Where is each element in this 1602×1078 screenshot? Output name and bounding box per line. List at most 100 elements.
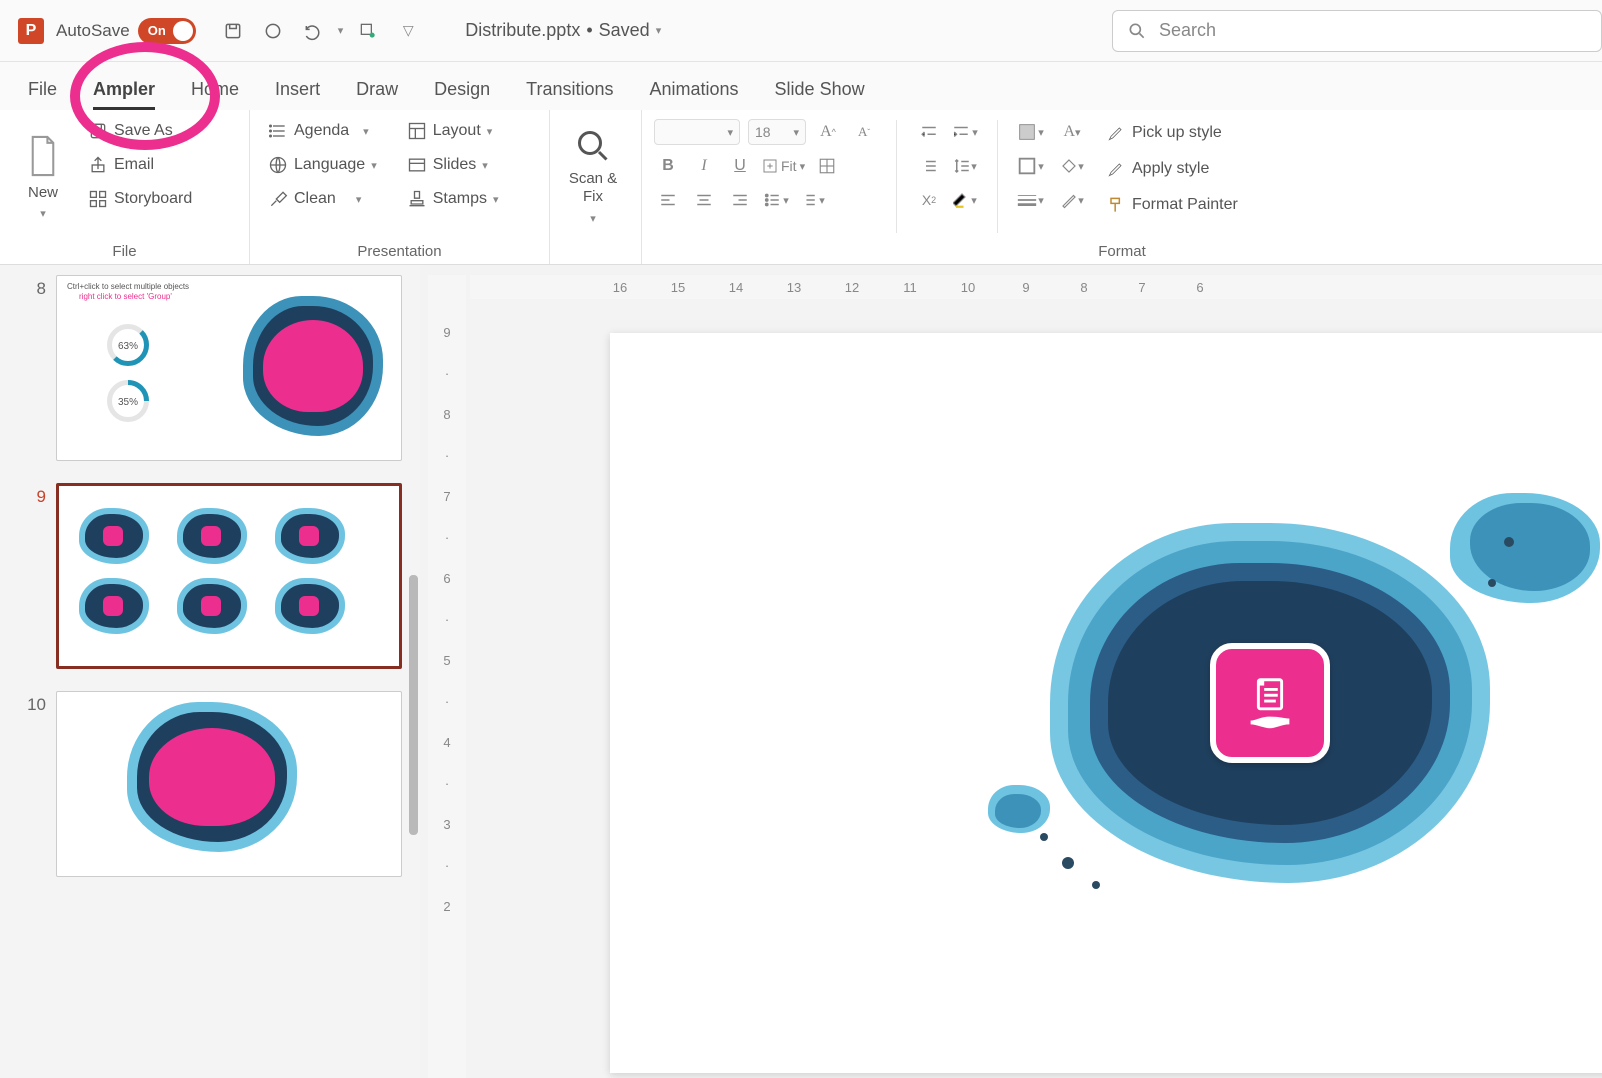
search-input[interactable]: Search [1112, 10, 1602, 52]
ribbon-group-presentation: Agenda▾ Language▾ Clean▾ Layout▾ [250, 110, 550, 264]
filename[interactable]: Distribute.pptx • Saved ▾ [465, 20, 661, 41]
shrink-font-icon[interactable]: Aˇ [850, 118, 878, 146]
fit-button[interactable]: Fit▾ [762, 152, 805, 180]
indent-left-icon[interactable] [915, 118, 943, 146]
save-icon [88, 121, 108, 141]
indent-spacing: ▾ ▾ X2 ▾ [915, 116, 979, 237]
quick-access-toolbar: ▾ ▽ [218, 16, 424, 46]
tab-slideshow[interactable]: Slide Show [775, 79, 865, 110]
font-controls: ▾ 18▾ A^ Aˇ B I U Fit▾ ▾ ▾ [654, 116, 878, 237]
text-color: A▾ ▾ ▾ [1058, 116, 1086, 237]
italic-button[interactable]: I [690, 152, 718, 180]
tab-home[interactable]: Home [191, 79, 239, 110]
shape-fill-button[interactable]: ▾ [1016, 118, 1044, 146]
brush-apply-icon [1106, 159, 1126, 179]
save-icon[interactable] [218, 16, 248, 46]
pickup-style-button[interactable]: Pick up style [1100, 120, 1244, 146]
tab-ampler[interactable]: Ampler [93, 79, 155, 110]
language-button[interactable]: Language▾ [262, 152, 383, 178]
storyboard-icon [88, 189, 108, 209]
brush-icon [268, 189, 288, 209]
format-painter-button[interactable]: Format Painter [1100, 192, 1244, 218]
slides-button[interactable]: Slides▾ [401, 152, 505, 178]
tab-design[interactable]: Design [434, 79, 490, 110]
thumb-number: 10 [18, 691, 46, 715]
storyboard-button[interactable]: Storyboard [82, 186, 198, 212]
group-label-file: File [12, 237, 237, 260]
search-icon [1127, 21, 1147, 41]
undo-dropdown-icon[interactable]: ▾ [338, 24, 344, 37]
font-family-input[interactable]: ▾ [654, 119, 740, 145]
more-icon[interactable]: ▽ [393, 16, 423, 46]
agenda-button[interactable]: Agenda▾ [262, 118, 383, 144]
ruler-horizontal: 161514131211109876 [470, 275, 1602, 299]
stamp-icon [407, 189, 427, 209]
highlight-button[interactable]: ▾ [951, 186, 979, 214]
align-left-button[interactable] [654, 186, 682, 214]
tab-file[interactable]: File [28, 79, 57, 110]
thumbnail-slide-8[interactable]: Ctrl+click to select multiple objects ri… [56, 275, 402, 461]
powerpoint-icon: P [18, 18, 44, 44]
page-icon [25, 134, 61, 178]
table-button[interactable] [813, 152, 841, 180]
ribbon-group-file: New ▾ Save As Email Storyboard File [0, 110, 250, 264]
email-button[interactable]: Email [82, 152, 198, 178]
slide-thumbnails: 8 Ctrl+click to select multiple objects … [0, 265, 420, 1078]
align-right-button[interactable] [726, 186, 754, 214]
slide-canvas[interactable] [610, 333, 1602, 1073]
superscript-button[interactable]: X2 [915, 186, 943, 214]
thumbnail-slide-10[interactable] [56, 691, 402, 877]
refresh-icon[interactable] [258, 16, 288, 46]
main-area: 8 Ctrl+click to select multiple objects … [0, 265, 1602, 1078]
shape-weight-button[interactable]: ▾ [1016, 186, 1044, 214]
globe-icon [268, 155, 288, 175]
list-icon [268, 121, 288, 141]
ribbon-tabs: File Ampler Home Insert Draw Design Tran… [0, 62, 1602, 110]
font-size-input[interactable]: 18▾ [748, 119, 806, 145]
ribbon: New ▾ Save As Email Storyboard File [0, 110, 1602, 265]
outline-color-button[interactable]: ▾ [1058, 186, 1086, 214]
settings-icon[interactable] [353, 16, 383, 46]
fill-color-button[interactable]: ▾ [1058, 152, 1086, 180]
apply-style-button[interactable]: Apply style [1100, 156, 1244, 182]
slide-canvas-area: 161514131211109876 9·8·7·6·5·4·3·2 [420, 265, 1602, 1078]
shape-outline-button[interactable]: ▾ [1016, 152, 1044, 180]
grow-font-icon[interactable]: A^ [814, 118, 842, 146]
tab-animations[interactable]: Animations [650, 79, 739, 110]
spacing-button[interactable] [915, 152, 943, 180]
ribbon-group-format: ▾ 18▾ A^ Aˇ B I U Fit▾ ▾ ▾ [642, 110, 1602, 264]
numbered-button[interactable]: ▾ [798, 186, 826, 214]
slides-icon [407, 155, 427, 175]
ribbon-group-scan: Scan & Fix ▾ [550, 110, 642, 264]
stamps-button[interactable]: Stamps▾ [401, 186, 505, 212]
style-painter: Pick up style Apply style Format Painter [1100, 116, 1244, 237]
tab-draw[interactable]: Draw [356, 79, 398, 110]
blob-illustration [1050, 523, 1490, 883]
thumb-number: 9 [18, 483, 46, 507]
new-button[interactable]: New ▾ [12, 116, 74, 237]
thumb-number: 8 [18, 275, 46, 299]
layout-icon [407, 121, 427, 141]
scanfix-button[interactable]: Scan & Fix ▾ [562, 116, 624, 237]
clean-button[interactable]: Clean▾ [262, 186, 383, 212]
autosave-toggle[interactable]: On [138, 18, 196, 44]
indent-right-icon[interactable]: ▾ [951, 118, 979, 146]
bold-button[interactable]: B [654, 152, 682, 180]
tab-transitions[interactable]: Transitions [526, 79, 613, 110]
undo-icon[interactable] [298, 16, 328, 46]
underline-button[interactable]: U [726, 152, 754, 180]
layout-button[interactable]: Layout▾ [401, 118, 505, 144]
thumbnail-slide-9[interactable] [56, 483, 402, 669]
attach-icon [88, 155, 108, 175]
align-center-button[interactable] [690, 186, 718, 214]
font-color-button[interactable]: A▾ [1058, 118, 1086, 146]
thumb-scrollbar[interactable] [409, 575, 418, 835]
group-label-format: Format [654, 237, 1590, 260]
tab-insert[interactable]: Insert [275, 79, 320, 110]
title-bar: P AutoSave On ▾ ▽ Distribute.pptx • Save… [0, 0, 1602, 62]
bullets-button[interactable]: ▾ [762, 186, 790, 214]
saveas-button[interactable]: Save As [82, 118, 198, 144]
line-spacing-button[interactable]: ▾ [951, 152, 979, 180]
magnifier-icon [575, 128, 611, 164]
document-hand-icon [1210, 643, 1330, 763]
